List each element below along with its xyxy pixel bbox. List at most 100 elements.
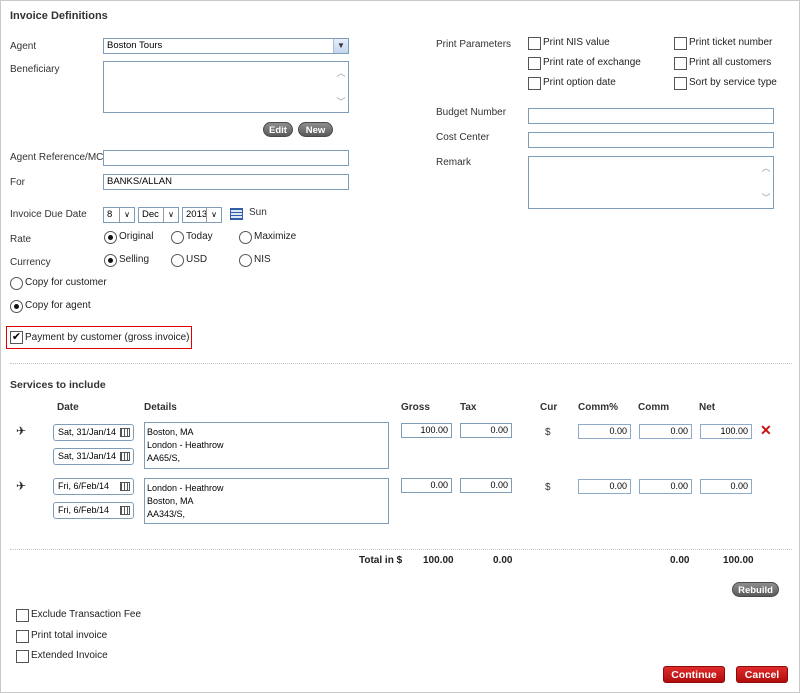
print-option-date-checkbox[interactable] — [528, 77, 541, 90]
print-option-date-label: Print option date — [543, 77, 616, 88]
chevron-down-icon: ∨ — [163, 208, 178, 222]
row1-comm-input[interactable]: 0.00 — [639, 424, 692, 439]
exclude-transaction-fee-checkbox[interactable] — [16, 609, 29, 622]
rate-original-radio[interactable] — [104, 231, 117, 244]
row1-details[interactable]: Boston, MA London - Heathrow AA65/S, — [144, 422, 389, 469]
row1-end-date[interactable]: Sat, 31/Jan/14 — [53, 448, 134, 465]
payment-by-customer-checkbox[interactable]: ✔ — [10, 331, 23, 344]
total-net: 100.00 — [723, 555, 754, 566]
row1-comm-pct-input[interactable]: 0.00 — [578, 424, 631, 439]
total-label: Total in $ — [359, 555, 403, 566]
beneficiary-textarea[interactable]: ︿ ﹀ — [103, 61, 349, 113]
due-day-value: 8 — [107, 209, 113, 220]
currency-selling-label: Selling — [119, 254, 150, 265]
due-month-select[interactable]: Dec ∨ — [138, 207, 179, 223]
col-details: Details — [144, 402, 177, 413]
row1-net-input[interactable]: 100.00 — [700, 424, 752, 439]
due-day-select[interactable]: 8 ∨ — [103, 207, 135, 223]
due-year-select[interactable]: 2013 ∨ — [182, 207, 222, 223]
row1-detail-line: Boston, MA — [147, 427, 194, 437]
print-rate-exchange-checkbox[interactable] — [528, 57, 541, 70]
textarea-scrollbar[interactable]: ︿ ﹀ — [336, 66, 346, 108]
exclude-transaction-fee-label: Exclude Transaction Fee — [31, 609, 142, 620]
agent-select[interactable]: Boston Tours ▼ — [103, 38, 349, 54]
row2-net-input[interactable]: 0.00 — [700, 479, 752, 494]
extended-invoice-checkbox[interactable] — [16, 650, 29, 663]
for-input[interactable]: BANKS/ALLAN — [103, 174, 349, 190]
for-label: For — [10, 177, 25, 188]
print-all-customers-label: Print all customers — [689, 57, 772, 68]
col-gross: Gross — [401, 402, 430, 413]
rate-today-radio[interactable] — [171, 231, 184, 244]
budget-number-label: Budget Number — [436, 107, 507, 118]
remark-label: Remark — [436, 157, 472, 168]
airplane-icon: ✈ — [16, 479, 27, 493]
row2-comm-input[interactable]: 0.00 — [639, 479, 692, 494]
calendar-icon[interactable] — [230, 208, 243, 220]
calendar-icon[interactable] — [120, 506, 130, 515]
print-nis-value-checkbox[interactable] — [528, 37, 541, 50]
currency-selling-radio[interactable] — [104, 254, 117, 267]
row1-cur: $ — [545, 427, 551, 438]
budget-number-input[interactable] — [528, 108, 774, 124]
copy-customer-radio[interactable] — [10, 277, 23, 290]
total-comm: 0.00 — [670, 555, 690, 566]
currency-nis-radio[interactable] — [239, 254, 252, 267]
remark-textarea[interactable]: ︿ ﹀ — [528, 156, 774, 209]
invoice-panel: Invoice Definitions Agent Boston Tours ▼… — [0, 0, 800, 693]
services-title: Services to include — [10, 379, 106, 391]
chevron-down-icon: ∨ — [206, 208, 221, 222]
calendar-icon[interactable] — [120, 482, 130, 491]
calendar-icon[interactable] — [120, 428, 130, 437]
agent-ref-label: Agent Reference/MCO — [10, 152, 112, 163]
row2-cur: $ — [545, 482, 551, 493]
rate-maximize-label: Maximize — [254, 231, 297, 242]
row1-gross-input[interactable]: 100.00 — [401, 423, 452, 438]
rate-maximize-radio[interactable] — [239, 231, 252, 244]
row2-start-date-text: Fri, 6/Feb/14 — [58, 481, 110, 491]
row1-start-date[interactable]: Sat, 31/Jan/14 — [53, 424, 134, 441]
scroll-up-icon: ︿ — [761, 163, 771, 173]
edit-button[interactable]: Edit — [263, 122, 293, 137]
due-date-label: Invoice Due Date — [10, 209, 87, 220]
row1-detail-line: AA65/S, — [147, 453, 181, 463]
payment-by-customer-label: Payment by customer (gross invoice) — [25, 332, 190, 343]
section-divider — [10, 363, 792, 364]
due-weekday: Sun — [249, 207, 267, 218]
print-ticket-number-checkbox[interactable] — [674, 37, 687, 50]
row2-end-date[interactable]: Fri, 6/Feb/14 — [53, 502, 134, 519]
total-gross: 100.00 — [423, 555, 454, 566]
row2-details[interactable]: London - Heathrow Boston, MA AA343/S, — [144, 478, 389, 524]
copy-agent-radio[interactable] — [10, 300, 23, 313]
row2-start-date[interactable]: Fri, 6/Feb/14 — [53, 478, 134, 495]
sort-by-service-type-label: Sort by service type — [689, 77, 777, 88]
col-comm-pct: Comm% — [578, 402, 619, 413]
scroll-up-icon: ︿ — [336, 68, 346, 78]
row2-gross-input[interactable]: 0.00 — [401, 478, 452, 493]
row2-detail-line: London - Heathrow — [147, 483, 224, 493]
row1-tax-input[interactable]: 0.00 — [460, 423, 512, 438]
continue-button[interactable]: Continue — [663, 666, 725, 683]
cancel-button[interactable]: Cancel — [736, 666, 788, 683]
print-total-invoice-checkbox[interactable] — [16, 630, 29, 643]
col-comm: Comm — [638, 402, 670, 413]
rate-original-label: Original — [119, 231, 154, 242]
due-year-value: 2013 — [186, 209, 208, 220]
print-all-customers-checkbox[interactable] — [674, 57, 687, 70]
delete-icon[interactable]: ✕ — [760, 422, 772, 439]
cost-center-input[interactable] — [528, 132, 774, 148]
sort-by-service-type-checkbox[interactable] — [674, 77, 687, 90]
agent-ref-input[interactable] — [103, 150, 349, 166]
chevron-down-icon: ▼ — [333, 39, 348, 53]
print-rate-exchange-label: Print rate of exchange — [543, 57, 641, 68]
new-button[interactable]: New — [298, 122, 333, 137]
beneficiary-label: Beneficiary — [10, 64, 60, 75]
row2-tax-input[interactable]: 0.00 — [460, 478, 512, 493]
textarea-scrollbar[interactable]: ︿ ﹀ — [761, 161, 771, 204]
currency-usd-radio[interactable] — [171, 254, 184, 267]
due-month-value: Dec — [142, 209, 159, 220]
rebuild-button[interactable]: Rebuild — [732, 582, 779, 597]
calendar-icon[interactable] — [120, 452, 130, 461]
currency-usd-label: USD — [186, 254, 208, 265]
row2-comm-pct-input[interactable]: 0.00 — [578, 479, 631, 494]
